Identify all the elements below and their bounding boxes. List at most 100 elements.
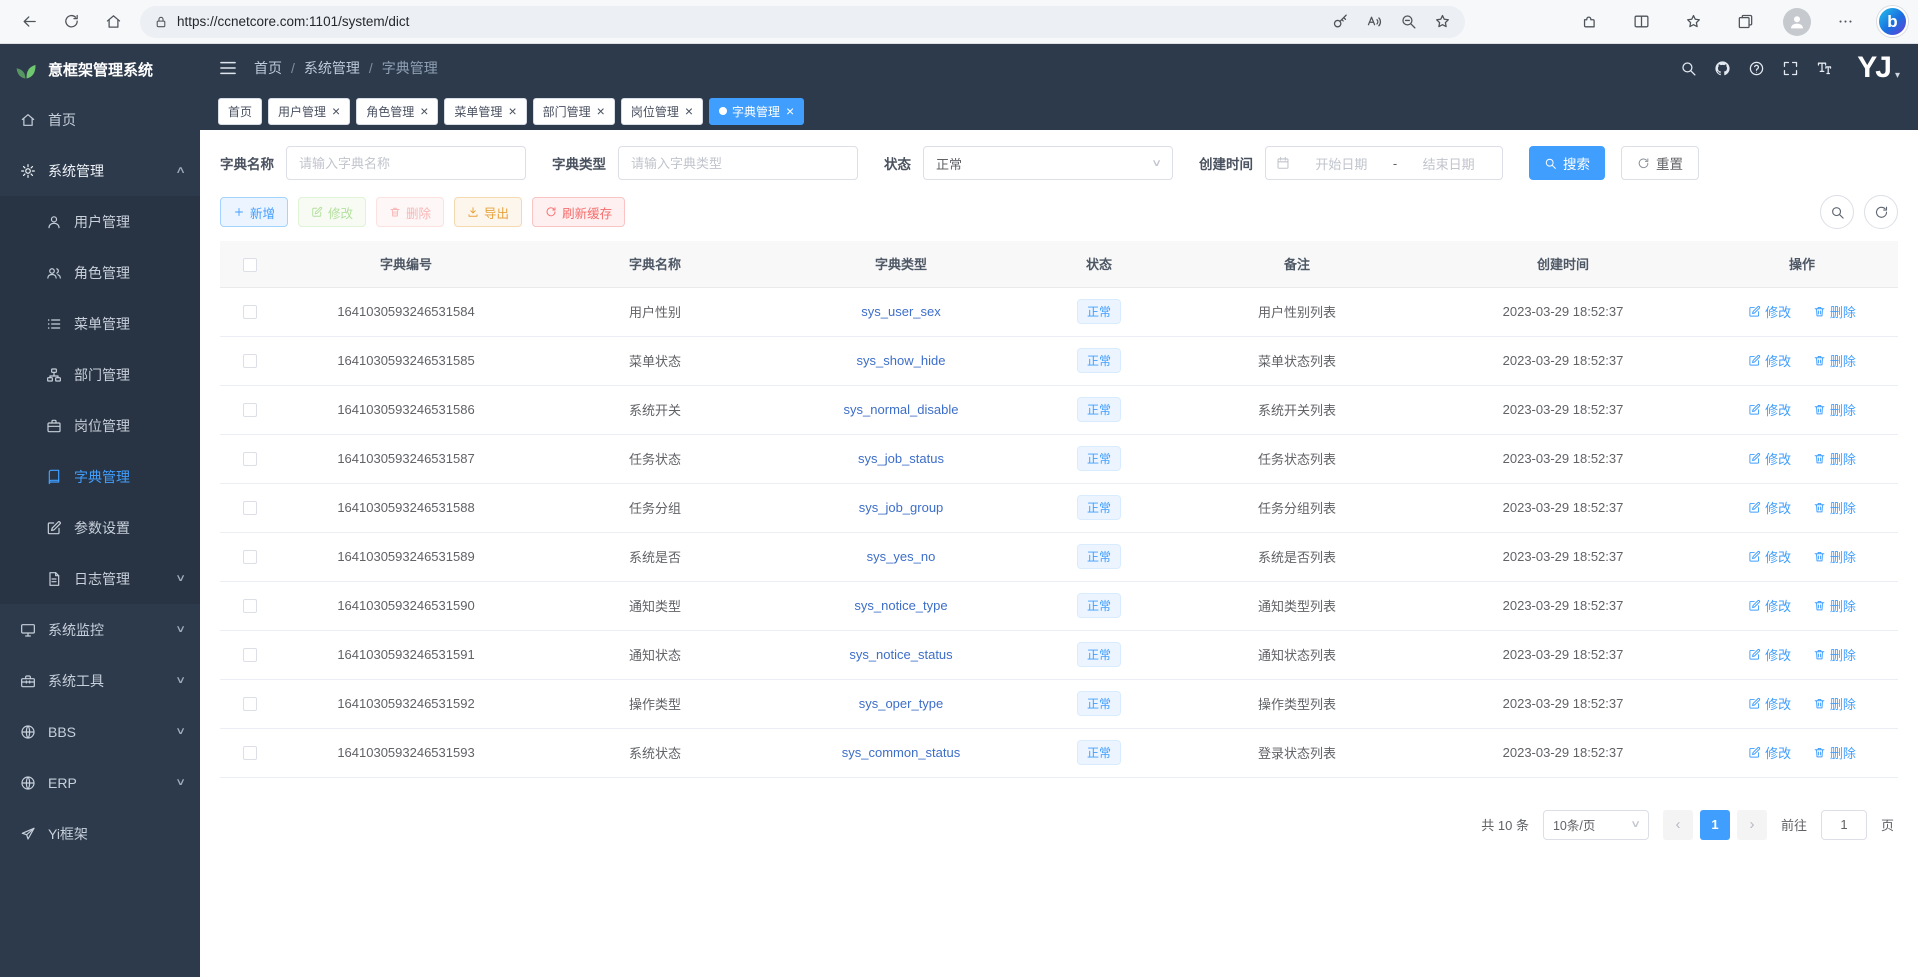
row-checkbox[interactable]: [243, 305, 257, 319]
delete-link[interactable]: 删除: [1813, 645, 1856, 664]
toolbar-button[interactable]: 新增: [220, 197, 288, 227]
read-aloud-icon[interactable]: [1357, 8, 1391, 36]
edit-link[interactable]: 修改: [1748, 351, 1791, 370]
search-icon[interactable]: [1820, 195, 1854, 229]
split-icon[interactable]: [1615, 6, 1667, 38]
dict-type-link[interactable]: sys_oper_type: [859, 696, 944, 711]
hamburger-icon[interactable]: [218, 58, 238, 78]
row-checkbox[interactable]: [243, 501, 257, 515]
more-icon[interactable]: [1823, 6, 1867, 38]
delete-link[interactable]: 删除: [1813, 498, 1856, 517]
expand-icon[interactable]: [1775, 53, 1805, 83]
toolbar-button[interactable]: 修改: [298, 197, 366, 227]
view-tab[interactable]: 菜单管理 ×: [444, 98, 526, 125]
breadcrumb-item[interactable]: 字典管理: [382, 58, 438, 78]
row-checkbox[interactable]: [243, 403, 257, 417]
sidebar-item[interactable]: 日志管理 ∨: [0, 553, 200, 604]
dict-type-link[interactable]: sys_yes_no: [867, 549, 936, 564]
refresh-icon[interactable]: [1864, 195, 1898, 229]
column-header[interactable]: 备注: [1174, 241, 1420, 287]
view-tab[interactable]: 首页: [218, 98, 262, 125]
close-icon[interactable]: ×: [786, 104, 794, 118]
delete-link[interactable]: 删除: [1813, 694, 1856, 713]
search-button[interactable]: 搜索: [1529, 146, 1605, 180]
sidebar-item[interactable]: BBS ∨: [0, 706, 200, 757]
puzzle-icon[interactable]: [1563, 6, 1615, 38]
help-icon[interactable]: [1741, 53, 1771, 83]
edit-link[interactable]: 修改: [1748, 498, 1791, 517]
dict-name-input[interactable]: [286, 146, 526, 180]
sidebar-item[interactable]: 系统工具 ∨: [0, 655, 200, 706]
sidebar-item[interactable]: 用户管理: [0, 196, 200, 247]
page-number-button[interactable]: 1: [1700, 810, 1730, 840]
bing-icon[interactable]: b: [1877, 6, 1908, 37]
star-icon[interactable]: [1667, 6, 1719, 38]
view-tab[interactable]: 用户管理 ×: [268, 98, 350, 125]
column-header[interactable]: 字典名称: [532, 241, 778, 287]
dict-type-link[interactable]: sys_user_sex: [861, 304, 940, 319]
dict-type-link[interactable]: sys_notice_type: [854, 598, 947, 613]
profile-avatar[interactable]: [1783, 8, 1811, 36]
close-icon[interactable]: ×: [685, 104, 693, 118]
sidebar-item[interactable]: 菜单管理: [0, 298, 200, 349]
column-header[interactable]: 创建时间: [1420, 241, 1706, 287]
sidebar-item[interactable]: 参数设置: [0, 502, 200, 553]
sidebar-item[interactable]: 部门管理: [0, 349, 200, 400]
page-size-select[interactable]: 10条/页 ∨: [1543, 810, 1649, 840]
toolbar-button[interactable]: 刷新缓存: [532, 197, 625, 227]
delete-link[interactable]: 删除: [1813, 743, 1856, 762]
edit-link[interactable]: 修改: [1748, 302, 1791, 321]
collections-icon[interactable]: [1719, 6, 1771, 38]
view-tab[interactable]: 字典管理 ×: [709, 98, 804, 125]
key-icon[interactable]: [1323, 8, 1357, 36]
delete-link[interactable]: 删除: [1813, 547, 1856, 566]
close-icon[interactable]: ×: [597, 104, 605, 118]
app-logo[interactable]: 意框架管理系统: [0, 44, 200, 94]
view-tab[interactable]: 角色管理 ×: [356, 98, 438, 125]
row-checkbox[interactable]: [243, 746, 257, 760]
toolbar-button[interactable]: 导出: [454, 197, 522, 227]
delete-link[interactable]: 删除: [1813, 596, 1856, 615]
close-icon[interactable]: ×: [508, 104, 516, 118]
address-bar[interactable]: https://ccnetcore.com:1101/system/dict: [140, 6, 1465, 38]
refresh-icon[interactable]: [52, 6, 90, 38]
sidebar-item[interactable]: ERP ∨: [0, 757, 200, 808]
dict-type-link[interactable]: sys_job_status: [858, 451, 944, 466]
delete-link[interactable]: 删除: [1813, 351, 1856, 370]
close-icon[interactable]: ×: [420, 104, 428, 118]
next-page-button[interactable]: ›: [1737, 810, 1767, 840]
breadcrumb-item[interactable]: 首页: [254, 58, 282, 78]
sidebar-item[interactable]: 字典管理: [0, 451, 200, 502]
dict-type-link[interactable]: sys_job_group: [859, 500, 944, 515]
user-logo[interactable]: YJ ▾: [1857, 53, 1900, 83]
goto-page-input[interactable]: [1821, 810, 1867, 840]
search-icon[interactable]: [1673, 53, 1703, 83]
sidebar-item[interactable]: 系统监控 ∨: [0, 604, 200, 655]
column-header[interactable]: 字典类型: [778, 241, 1024, 287]
select-all-checkbox[interactable]: [243, 258, 257, 272]
view-tab[interactable]: 岗位管理 ×: [621, 98, 703, 125]
fontsize-icon[interactable]: [1809, 53, 1839, 83]
row-checkbox[interactable]: [243, 452, 257, 466]
edit-link[interactable]: 修改: [1748, 400, 1791, 419]
star-icon[interactable]: [1425, 8, 1459, 36]
edit-link[interactable]: 修改: [1748, 547, 1791, 566]
column-header[interactable]: 操作: [1706, 241, 1898, 287]
toolbar-button[interactable]: 删除: [376, 197, 444, 227]
view-tab[interactable]: 部门管理 ×: [533, 98, 615, 125]
delete-link[interactable]: 删除: [1813, 400, 1856, 419]
row-checkbox[interactable]: [243, 550, 257, 564]
edit-link[interactable]: 修改: [1748, 596, 1791, 615]
delete-link[interactable]: 删除: [1813, 302, 1856, 321]
url-text[interactable]: https://ccnetcore.com:1101/system/dict: [177, 14, 1314, 29]
zoom-out-icon[interactable]: [1391, 8, 1425, 36]
sidebar-item[interactable]: Yi框架: [0, 808, 200, 859]
back-icon[interactable]: [10, 6, 48, 38]
close-icon[interactable]: ×: [332, 104, 340, 118]
github-icon[interactable]: [1707, 53, 1737, 83]
sidebar-item[interactable]: 系统管理 ∧: [0, 145, 200, 196]
row-checkbox[interactable]: [243, 648, 257, 662]
row-checkbox[interactable]: [243, 697, 257, 711]
home-icon[interactable]: [94, 6, 132, 38]
dict-type-link[interactable]: sys_notice_status: [849, 647, 952, 662]
